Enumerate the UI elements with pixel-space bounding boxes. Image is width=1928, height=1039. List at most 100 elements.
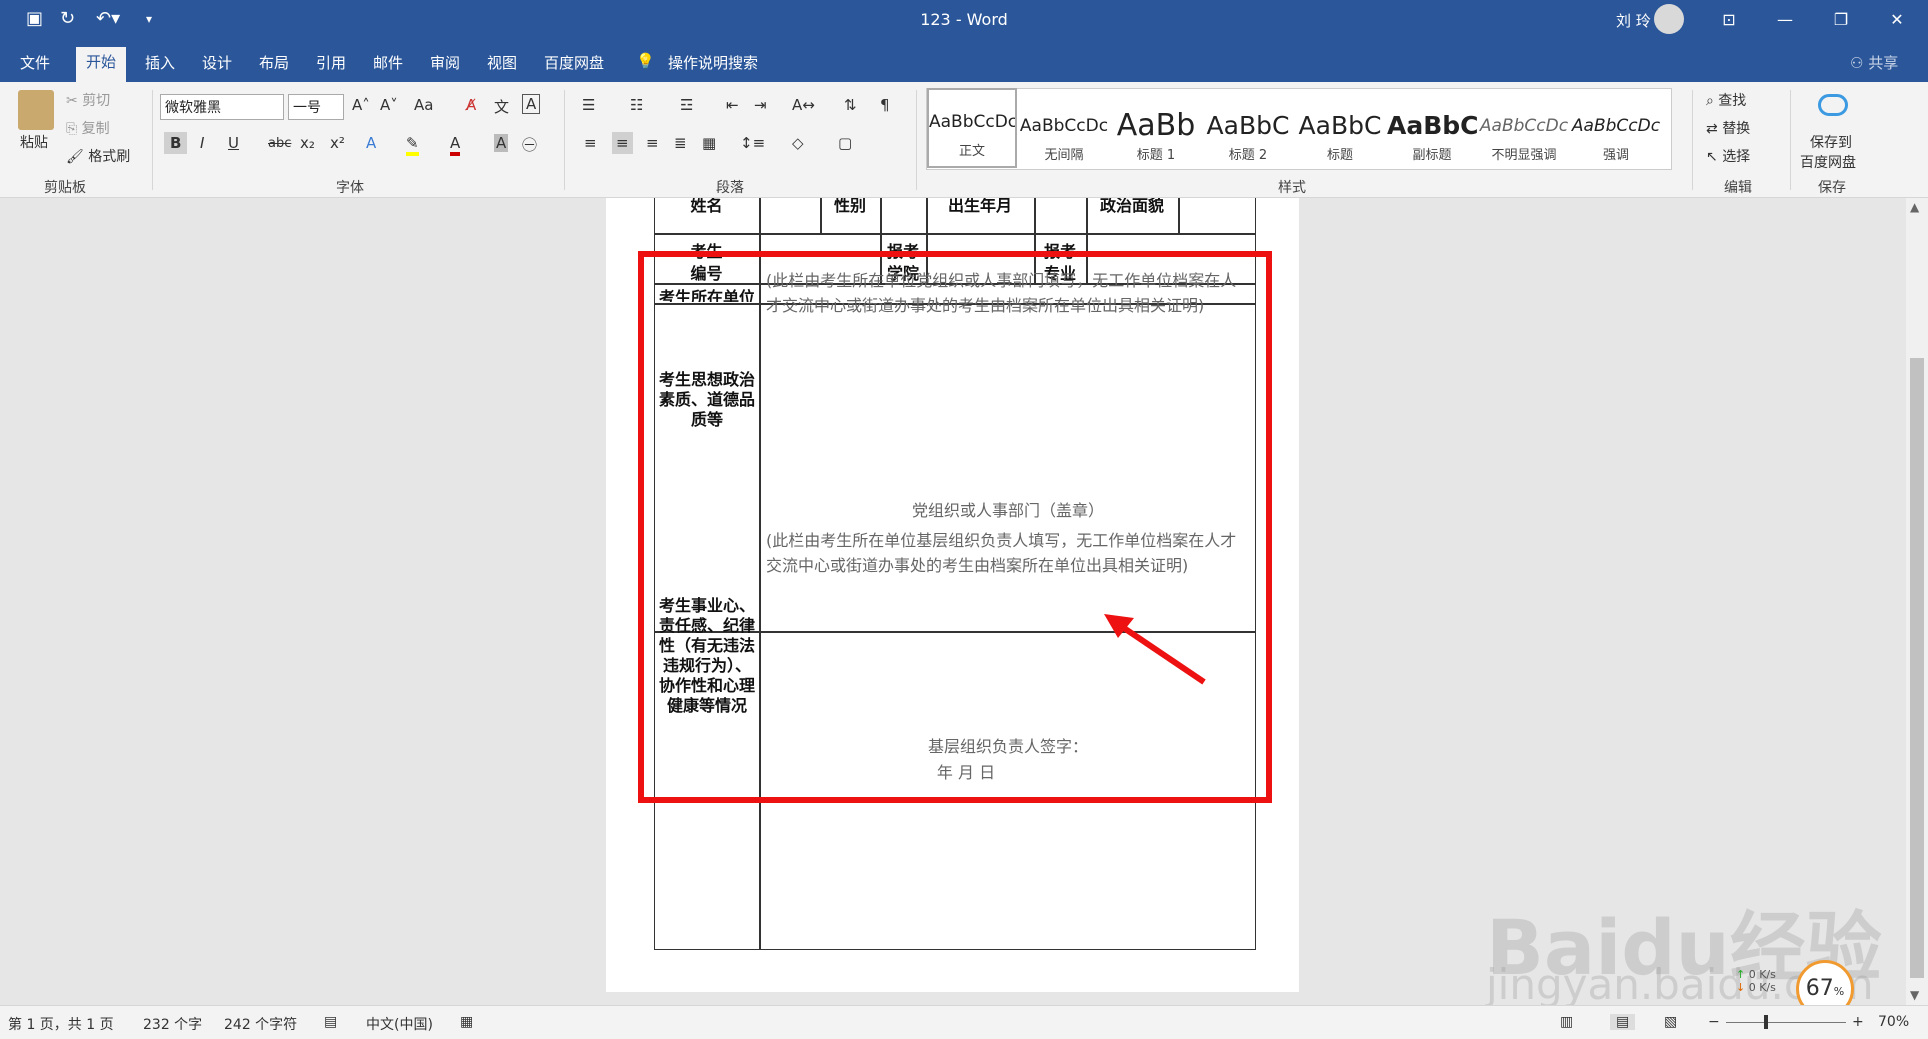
style-subtle-emphasis[interactable]: AaBbCcDc 不明显强调 (1479, 94, 1569, 174)
subscript-icon[interactable]: x₂ (300, 134, 315, 152)
share-button[interactable]: ⚇ 共享 (1850, 52, 1898, 73)
tab-review[interactable]: 审阅 (430, 52, 460, 73)
grow-font-icon[interactable]: A˄ (352, 96, 370, 114)
align-center-icon[interactable]: ≡ (612, 132, 633, 154)
decrease-indent-icon[interactable]: ⇤ (726, 96, 739, 114)
tab-layout[interactable]: 布局 (259, 52, 289, 73)
multilevel-list-icon[interactable]: ☲ (680, 96, 693, 114)
paragraph-group-label: 段落 (716, 180, 744, 196)
save-group-label: 保存 (1818, 180, 1846, 196)
scroll-thumb[interactable] (1910, 358, 1924, 978)
tab-home[interactable]: 开始 (76, 47, 127, 82)
baidu-netdisk-icon[interactable] (1818, 94, 1848, 116)
zoom-slider-thumb[interactable] (1764, 1015, 1768, 1029)
tab-file[interactable]: 文件 (20, 52, 50, 73)
ribbon-display-options-icon[interactable]: ⊡ (1704, 6, 1754, 34)
paste-icon[interactable] (18, 90, 54, 130)
divider (1692, 90, 1693, 190)
style-title[interactable]: AaBbC 标题 (1295, 94, 1385, 174)
style-heading-1[interactable]: AaBb 标题 1 (1111, 94, 1201, 174)
scroll-down-icon[interactable]: ▼ (1910, 988, 1919, 1002)
save-to-netdisk-line2[interactable]: 百度网盘 (1800, 152, 1856, 172)
font-color-icon[interactable]: A (450, 134, 461, 156)
style-normal[interactable]: AaBbCcDc 正文 (927, 88, 1017, 168)
macro-icon[interactable]: ▦ (460, 1014, 473, 1030)
tab-insert[interactable]: 插入 (145, 52, 175, 73)
show-marks-icon[interactable]: ¶ (880, 96, 890, 114)
paste-button[interactable]: 粘贴 (20, 132, 48, 152)
font-family-select[interactable]: 微软雅黑 (160, 94, 284, 120)
copy-button[interactable]: ⎘ 复制 (66, 118, 110, 138)
upload-value: 0 (1748, 968, 1756, 981)
minimize-icon[interactable]: — (1760, 6, 1810, 34)
replace-button[interactable]: ⇄ 替换 (1706, 118, 1750, 138)
divider (152, 90, 153, 190)
web-layout-icon[interactable]: ▧ (1664, 1014, 1677, 1030)
cut-button[interactable]: ✂ 剪切 (66, 90, 110, 110)
zoom-slider-track[interactable] (1726, 1022, 1846, 1023)
highlight-icon[interactable]: ✎ (406, 134, 419, 156)
style-heading-2[interactable]: AaBbC 标题 2 (1203, 94, 1293, 174)
format-painter-label: 格式刷 (88, 149, 131, 165)
tell-me-search[interactable]: 操作说明搜索 (668, 52, 758, 73)
enclose-characters-icon[interactable]: ㊀ (522, 134, 537, 155)
avatar[interactable] (1654, 4, 1684, 34)
vertical-scrollbar[interactable]: ▲ ▼ (1906, 198, 1928, 1005)
page-count[interactable]: 第 1 页，共 1 页 (8, 1014, 114, 1034)
style-subtitle[interactable]: AaBbC 副标题 (1387, 94, 1477, 174)
bold-icon[interactable]: B (164, 132, 188, 154)
character-border-icon[interactable]: A (522, 94, 541, 114)
text-effects-icon[interactable]: A (366, 134, 376, 152)
clipboard-group-label: 剪贴板 (44, 180, 86, 196)
superscript-icon[interactable]: x² (330, 134, 345, 152)
bullets-icon[interactable]: ☰ (582, 96, 595, 114)
tab-references[interactable]: 引用 (316, 52, 346, 73)
underline-icon[interactable]: U (228, 134, 239, 152)
zoom-out-icon[interactable]: − (1708, 1014, 1720, 1030)
character-shading-icon[interactable]: A (494, 134, 509, 152)
line-spacing-icon[interactable]: ↕≡ (740, 134, 765, 152)
justify-icon[interactable]: ≣ (674, 134, 687, 152)
align-right-icon[interactable]: ≡ (646, 134, 659, 152)
tab-baidu-netdisk[interactable]: 百度网盘 (544, 52, 604, 73)
change-case-button[interactable]: Aa (414, 96, 433, 114)
save-to-netdisk-line1[interactable]: 保存到 (1810, 132, 1852, 152)
shading-icon[interactable]: ◇ (792, 134, 804, 152)
clear-formatting-icon[interactable]: A̸ (466, 96, 476, 114)
tab-mailings[interactable]: 邮件 (373, 52, 403, 73)
font-size-select[interactable]: 一号 (288, 94, 344, 120)
scissors-icon: ✂ (66, 93, 78, 109)
style-emphasis[interactable]: AaBbCcDc 强调 (1571, 94, 1661, 174)
user-name[interactable]: 刘 玲 (1616, 10, 1651, 31)
select-button[interactable]: ↖ 选择 (1706, 146, 1750, 166)
zoom-in-icon[interactable]: + (1852, 1014, 1864, 1030)
style-sample: AaBbCcDc (1019, 116, 1109, 136)
phonetic-guide-icon[interactable]: 文 (494, 96, 509, 117)
align-left-icon[interactable]: ≡ (584, 134, 597, 152)
proofing-icon[interactable]: ▤ (324, 1014, 337, 1030)
read-mode-icon[interactable]: ▥ (1560, 1014, 1573, 1030)
numbering-icon[interactable]: ☷ (630, 96, 643, 114)
chinese-layout-icon[interactable]: A↔ (792, 96, 815, 114)
shrink-font-icon[interactable]: A˅ (380, 96, 398, 114)
strikethrough-icon[interactable]: abc (268, 136, 291, 151)
word-count[interactable]: 232 个字 (143, 1014, 202, 1034)
print-layout-icon[interactable]: ▤ (1610, 1014, 1636, 1030)
distributed-icon[interactable]: ▦ (702, 134, 716, 152)
style-name: 强调 (1602, 148, 1629, 163)
tab-design[interactable]: 设计 (202, 52, 232, 73)
borders-icon[interactable]: ▢ (838, 134, 852, 152)
close-icon[interactable]: ✕ (1872, 6, 1922, 34)
zoom-level[interactable]: 70% (1878, 1014, 1909, 1030)
language[interactable]: 中文(中国) (366, 1014, 433, 1034)
scroll-up-icon[interactable]: ▲ (1910, 200, 1919, 214)
character-count[interactable]: 242 个字符 (224, 1014, 297, 1034)
style-no-spacing[interactable]: AaBbCcDc 无间隔 (1019, 94, 1109, 174)
format-painter-button[interactable]: 🖌 格式刷 (66, 146, 130, 166)
find-button[interactable]: ⌕ 查找 (1706, 90, 1746, 110)
italic-icon[interactable]: I (200, 134, 204, 152)
increase-indent-icon[interactable]: ⇥ (754, 96, 767, 114)
sort-icon[interactable]: ⇅ (844, 96, 857, 114)
tab-view[interactable]: 视图 (487, 52, 517, 73)
restore-icon[interactable]: ❐ (1816, 6, 1866, 34)
